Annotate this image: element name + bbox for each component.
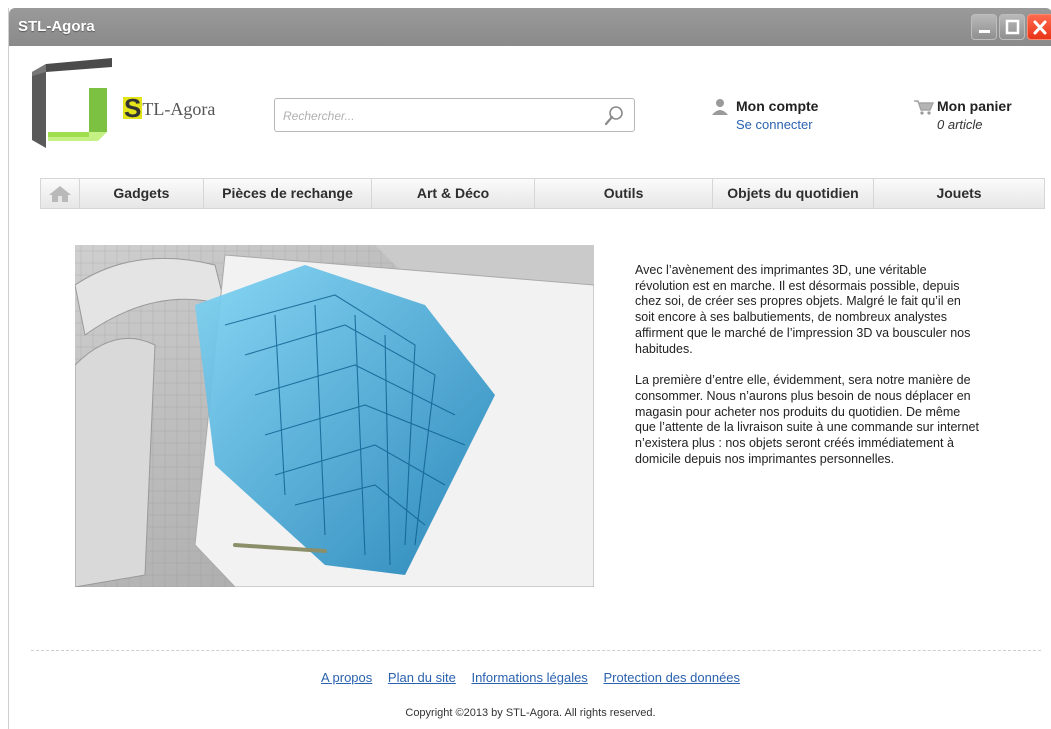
window-title: STL-Agora [18, 18, 95, 35]
brand-rest: TL-Agora [142, 99, 216, 119]
brand-name[interactable]: STL-Agora [123, 93, 216, 123]
category-nav: Gadgets Pièces de rechange Art & Déco Ou… [40, 178, 1045, 209]
close-button[interactable] [1027, 14, 1051, 40]
nav-item-art-deco[interactable]: Art & Déco [372, 179, 536, 208]
footer-link-about[interactable]: A propos [321, 670, 372, 685]
logo-icon[interactable] [32, 58, 122, 148]
nav-item-objets[interactable]: Objets du quotidien [713, 179, 875, 208]
footer-link-sitemap[interactable]: Plan du site [388, 670, 456, 685]
maximize-icon [1005, 19, 1020, 35]
footer-divider [31, 650, 1041, 651]
article-text: Avec l’avènement des imprimantes 3D, une… [635, 263, 980, 483]
account-label[interactable]: Mon compte [736, 98, 818, 114]
footer-link-privacy[interactable]: Protection des données [603, 670, 740, 685]
close-icon [1033, 20, 1047, 35]
hero-image [75, 245, 594, 587]
cart-label[interactable]: Mon panier [937, 98, 1012, 114]
maximize-button[interactable] [999, 14, 1025, 40]
nav-item-pieces[interactable]: Pièces de rechange [204, 179, 373, 208]
nav-item-gadgets[interactable]: Gadgets [80, 179, 205, 208]
article-paragraph: La première d’entre elle, évidemment, se… [635, 373, 979, 466]
search-input[interactable] [281, 106, 595, 126]
nav-home[interactable] [41, 179, 80, 208]
app-window: STL-Agora STL-Agora Mo [8, 8, 1051, 729]
article-paragraph: Avec l’avènement des imprimantes 3D, une… [635, 263, 971, 356]
cart-icon [914, 100, 934, 115]
search-icon[interactable] [603, 105, 625, 127]
login-link[interactable]: Se connecter [736, 117, 813, 132]
footer-links: A propos Plan du site Informations légal… [9, 670, 1051, 685]
copyright-text: Copyright ©2013 by STL-Agora. All rights… [405, 707, 656, 719]
title-bar[interactable]: STL-Agora [9, 8, 1051, 46]
footer-link-legal[interactable]: Informations légales [471, 670, 587, 685]
nav-item-jouets[interactable]: Jouets [874, 179, 1044, 208]
home-icon [49, 186, 71, 202]
cart-count: 0 article [937, 117, 983, 132]
brand-initial: S [123, 93, 143, 123]
user-icon [712, 99, 728, 115]
search-box [274, 98, 635, 132]
minimize-button[interactable] [971, 14, 997, 40]
minimize-icon [979, 30, 990, 33]
nav-item-outils[interactable]: Outils [535, 179, 713, 208]
